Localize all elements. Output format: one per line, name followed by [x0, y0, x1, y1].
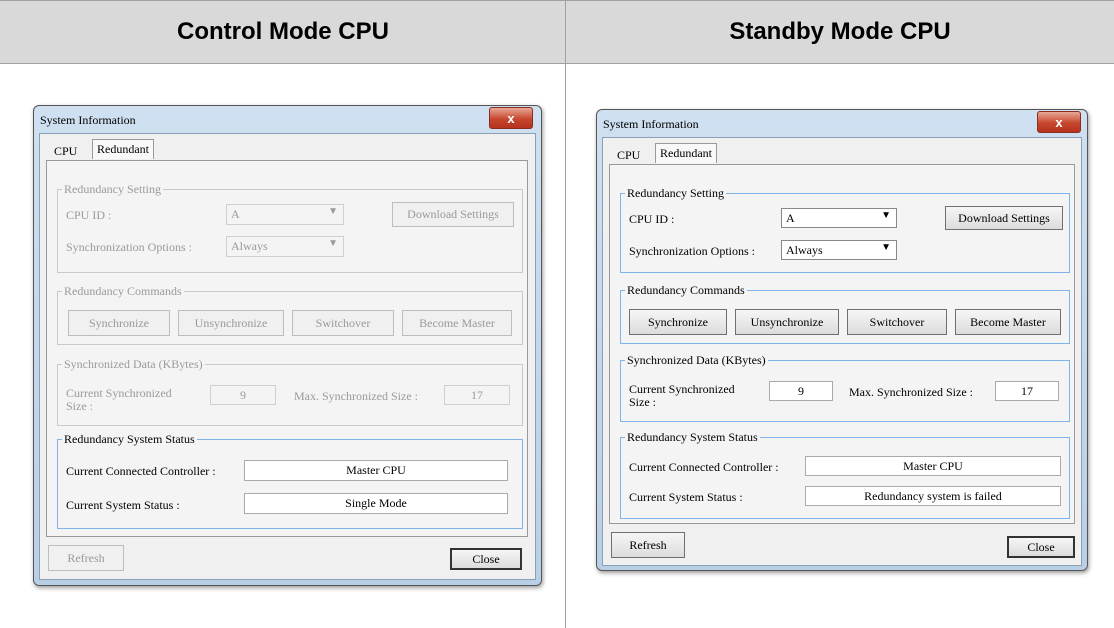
refresh-button[interactable]: Refresh	[48, 545, 124, 571]
group-title: Synchronized Data (KBytes)	[62, 357, 205, 372]
redundancy-setting-group: Redundancy Setting CPU ID : A ▼ Download…	[57, 182, 523, 273]
connected-controller-value: Master CPU	[805, 456, 1061, 476]
cpu-id-select[interactable]: A ▼	[781, 208, 897, 228]
group-title: Redundancy System Status	[62, 432, 197, 447]
close-button[interactable]: Close	[450, 548, 522, 570]
max-sync-value: 17	[444, 385, 510, 405]
system-info-dialog-control: System Information x CPU Redundant Redun…	[33, 105, 542, 586]
system-info-dialog-standby: System Information x CPU Redundant Redun…	[596, 109, 1088, 571]
close-button[interactable]: Close	[1007, 536, 1075, 558]
refresh-button[interactable]: Refresh	[611, 532, 685, 558]
cpu-id-select[interactable]: A ▼	[226, 204, 344, 225]
group-title: Synchronized Data (KBytes)	[625, 353, 768, 368]
dialog-client-area: CPU Redundant Redundancy Setting CPU ID …	[39, 133, 536, 580]
download-settings-button[interactable]: Download Settings	[392, 202, 514, 227]
cpu-id-value: A	[231, 207, 240, 221]
current-sync-label: Current Synchronized Size :	[66, 386, 172, 413]
sync-options-label: Synchronization Options :	[66, 240, 192, 254]
switchover-button[interactable]: Switchover	[292, 310, 394, 336]
system-status-value: Single Mode	[244, 493, 508, 514]
unsynchronize-button[interactable]: Unsynchronize	[735, 309, 839, 335]
cpu-id-label: CPU ID :	[629, 212, 675, 226]
cpu-id-value: A	[786, 211, 795, 225]
system-status-label: Current System Status :	[629, 490, 743, 504]
dialog-title: System Information	[40, 113, 136, 127]
sync-options-select[interactable]: Always ▼	[226, 236, 344, 257]
download-settings-button[interactable]: Download Settings	[945, 206, 1063, 230]
synchronize-button[interactable]: Synchronize	[68, 310, 170, 336]
connected-controller-label: Current Connected Controller :	[66, 464, 216, 478]
group-title: Redundancy Setting	[625, 186, 726, 201]
chevron-down-icon: ▼	[328, 238, 338, 249]
chevron-down-icon: ▼	[881, 242, 891, 253]
system-status-group: Redundancy System Status Current Connect…	[620, 430, 1070, 519]
synchronized-data-group: Synchronized Data (KBytes) Current Synch…	[57, 357, 523, 426]
cpu-id-label: CPU ID :	[66, 208, 112, 222]
group-title: Redundancy Setting	[62, 182, 163, 197]
chevron-down-icon: ▼	[328, 206, 338, 217]
tab-cpu[interactable]: CPU	[613, 146, 644, 165]
sync-options-label: Synchronization Options :	[629, 244, 755, 258]
tab-page-redundant: Redundancy Setting CPU ID : A ▼ Download…	[609, 164, 1075, 524]
dialog-title: System Information	[603, 117, 699, 131]
dialog-client-area: CPU Redundant Redundancy Setting CPU ID …	[602, 137, 1082, 566]
max-sync-label: Max. Synchronized Size :	[849, 385, 973, 399]
tab-redundant[interactable]: Redundant	[92, 139, 154, 159]
unsynchronize-button[interactable]: Unsynchronize	[178, 310, 284, 336]
become-master-button[interactable]: Become Master	[402, 310, 512, 336]
sync-options-value: Always	[786, 243, 823, 257]
current-sync-value: 9	[210, 385, 276, 405]
group-title: Redundancy Commands	[625, 283, 747, 298]
column-header-control: Control Mode CPU	[0, 0, 566, 64]
connected-controller-value: Master CPU	[244, 460, 508, 481]
redundancy-commands-group: Redundancy Commands Synchronize Unsynchr…	[620, 283, 1070, 344]
synchronized-data-group: Synchronized Data (KBytes) Current Synch…	[620, 353, 1070, 422]
close-icon[interactable]: x	[489, 107, 533, 129]
current-sync-value: 9	[769, 381, 833, 401]
synchronize-button[interactable]: Synchronize	[629, 309, 727, 335]
max-sync-value: 17	[995, 381, 1059, 401]
redundancy-setting-group: Redundancy Setting CPU ID : A ▼ Download…	[620, 186, 1070, 273]
group-title: Redundancy Commands	[62, 284, 184, 299]
switchover-button[interactable]: Switchover	[847, 309, 947, 335]
group-title: Redundancy System Status	[625, 430, 760, 445]
column-header-standby: Standby Mode CPU	[566, 0, 1114, 64]
chevron-down-icon: ▼	[881, 210, 891, 221]
current-sync-label: Current Synchronized Size :	[629, 382, 735, 409]
sync-options-select[interactable]: Always ▼	[781, 240, 897, 260]
tab-redundant[interactable]: Redundant	[655, 143, 717, 163]
close-icon[interactable]: x	[1037, 111, 1081, 133]
system-status-value: Redundancy system is failed	[805, 486, 1061, 506]
tab-cpu[interactable]: CPU	[50, 142, 81, 161]
system-status-label: Current System Status :	[66, 498, 180, 512]
system-status-group: Redundancy System Status Current Connect…	[57, 432, 523, 529]
column-divider	[565, 0, 566, 628]
tab-page-redundant: Redundancy Setting CPU ID : A ▼ Download…	[46, 160, 528, 537]
connected-controller-label: Current Connected Controller :	[629, 460, 779, 474]
sync-options-value: Always	[231, 239, 268, 253]
max-sync-label: Max. Synchronized Size :	[294, 389, 418, 403]
redundancy-commands-group: Redundancy Commands Synchronize Unsynchr…	[57, 284, 523, 345]
become-master-button[interactable]: Become Master	[955, 309, 1061, 335]
